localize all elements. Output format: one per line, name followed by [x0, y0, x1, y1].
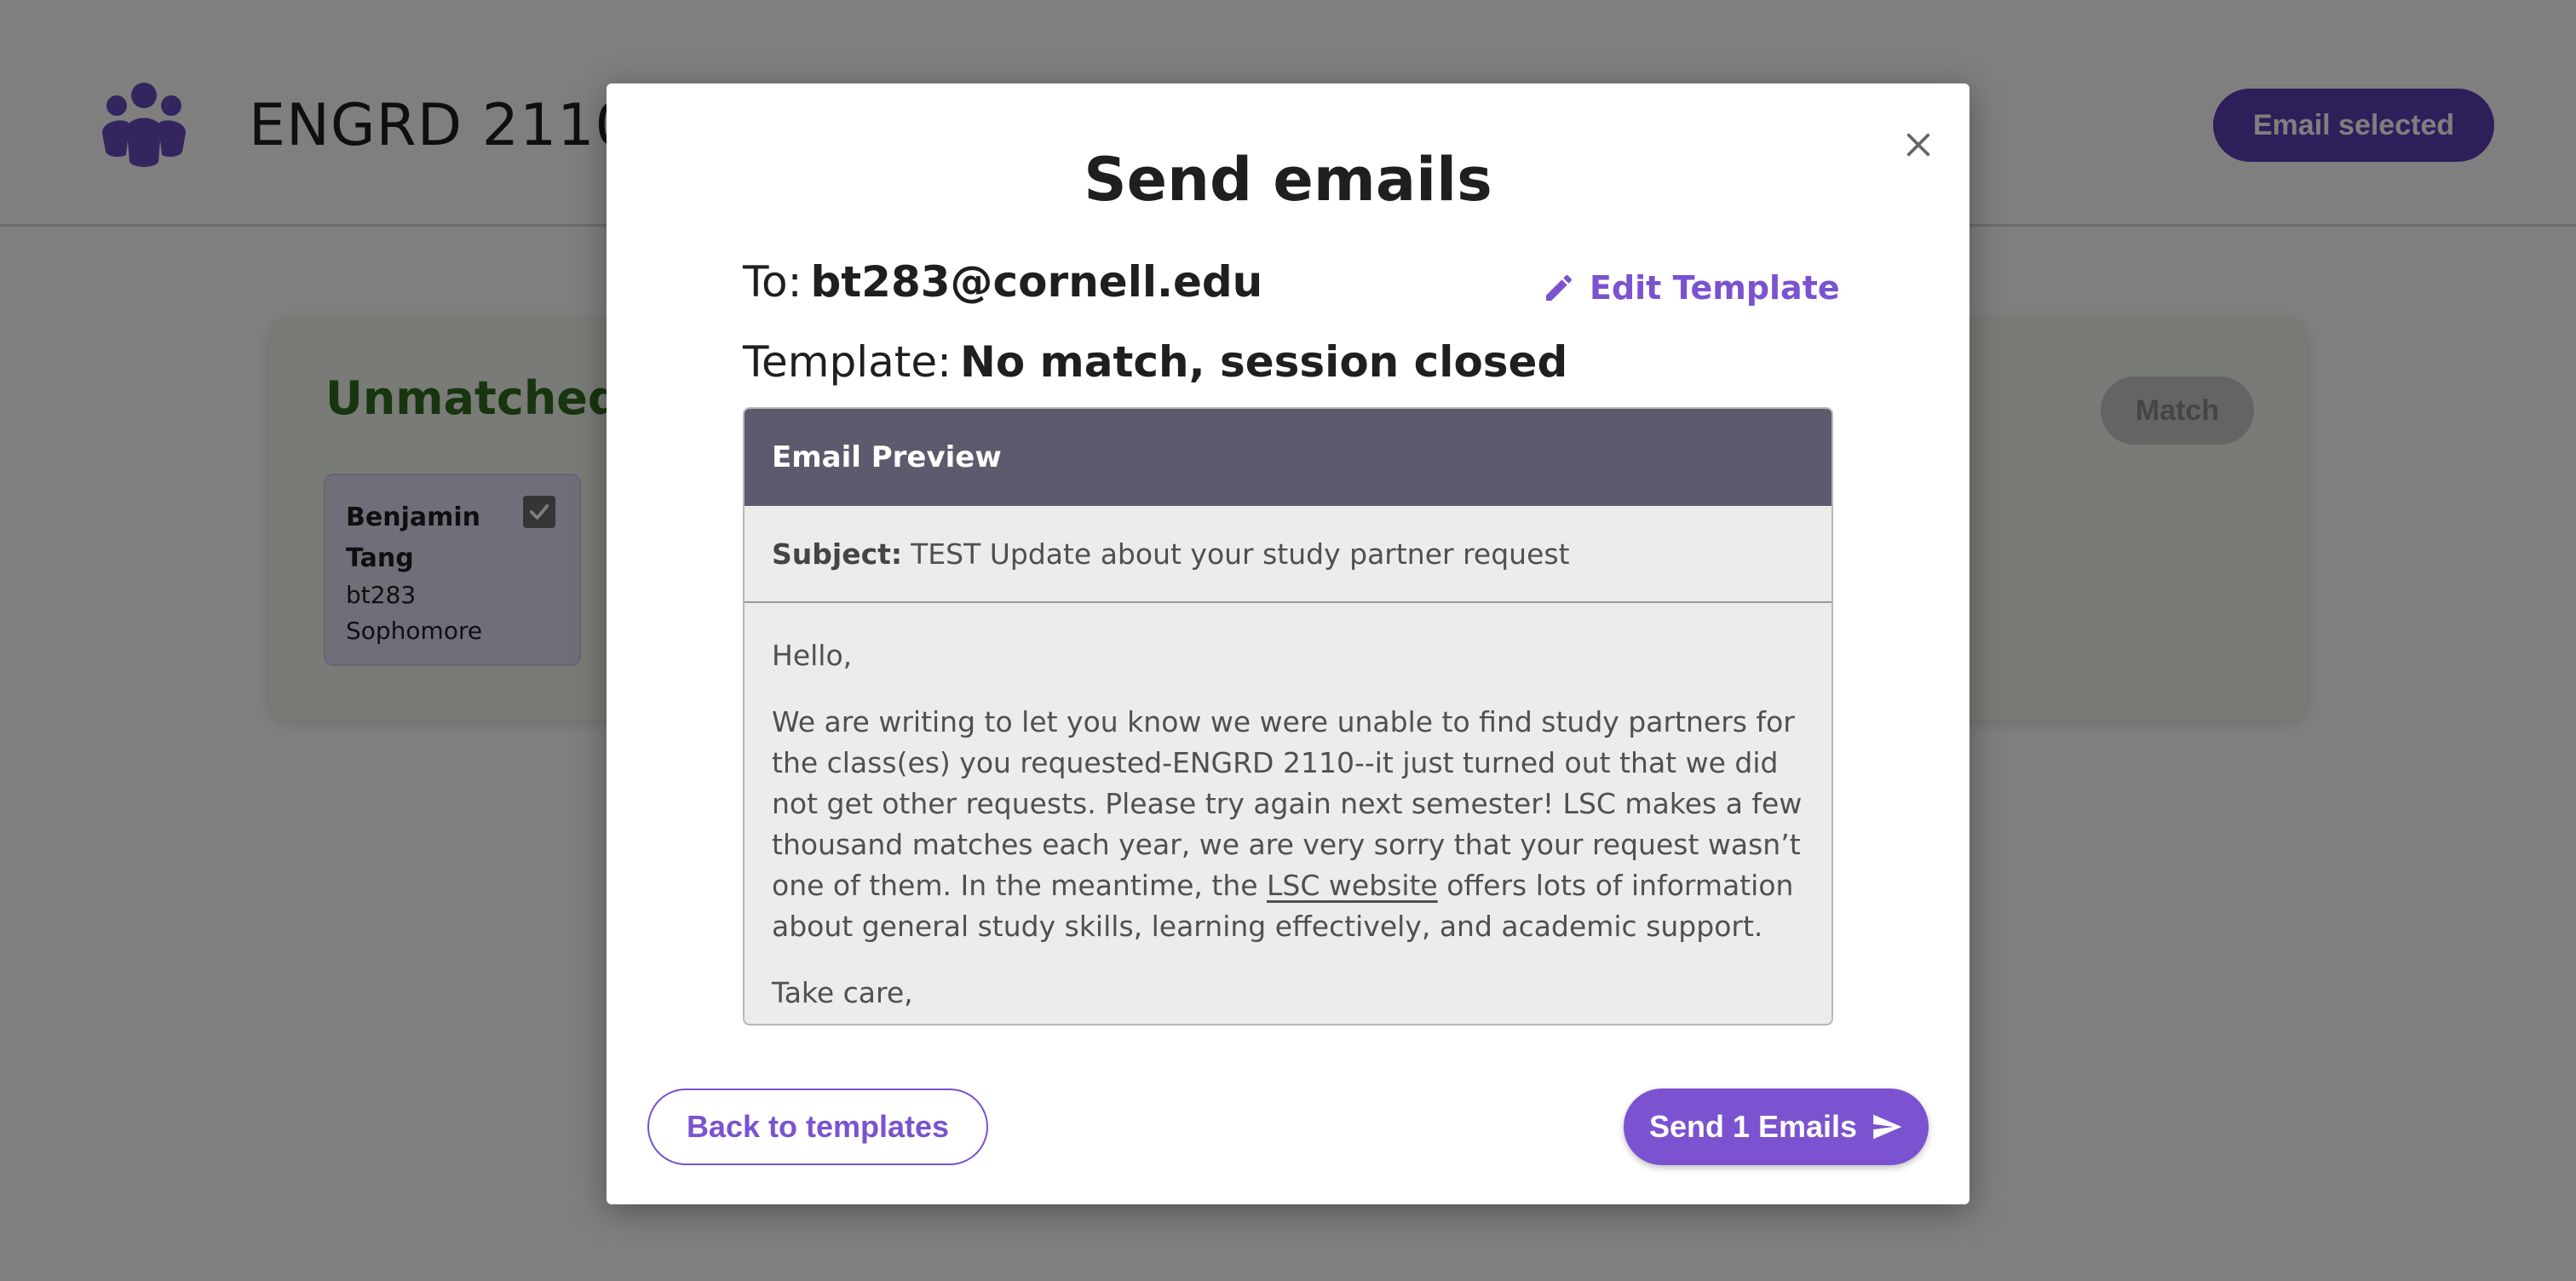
- template-label: Template:: [743, 337, 952, 387]
- email-body: Hello, We are writing to let you know we…: [772, 635, 1808, 1024]
- email-paragraph: We are writing to let you know we were u…: [772, 702, 1808, 947]
- pencil-icon: [1546, 274, 1573, 301]
- subject-label: Subject:: [772, 537, 903, 571]
- email-greeting: Hello,: [772, 639, 853, 672]
- send-emails-modal: Send emails To: bt283@cornell.edu Edit Te…: [607, 83, 1969, 1204]
- email-preview[interactable]: Email Preview Subject: TEST Update about…: [743, 407, 1833, 1025]
- email-closing: Take care,: [772, 976, 913, 1009]
- recipient-email: bt283@cornell.edu: [810, 257, 1263, 307]
- modal-title: Send emails: [1084, 145, 1492, 215]
- email-preview-header: Email Preview: [745, 409, 1831, 506]
- send-emails-button[interactable]: Send 1 Emails: [1624, 1089, 1929, 1165]
- lsc-website-link[interactable]: LSC website: [1267, 869, 1438, 902]
- send-icon: [1873, 1114, 1902, 1140]
- back-to-templates-button[interactable]: Back to templates: [647, 1089, 988, 1165]
- template-line: Template: No match, session closed: [743, 337, 1567, 387]
- subject-value: TEST Update about your study partner req…: [911, 537, 1570, 571]
- send-label: Send 1 Emails: [1648, 1109, 1858, 1144]
- edit-template-button[interactable]: Edit Template: [1542, 269, 1840, 307]
- edit-template-label: Edit Template: [1590, 269, 1840, 307]
- to-label: To:: [743, 257, 802, 307]
- template-name: No match, session closed: [960, 337, 1568, 387]
- email-subject: Subject: TEST Update about your study pa…: [745, 506, 1831, 603]
- recipient-line: To: bt283@cornell.edu: [743, 257, 1262, 307]
